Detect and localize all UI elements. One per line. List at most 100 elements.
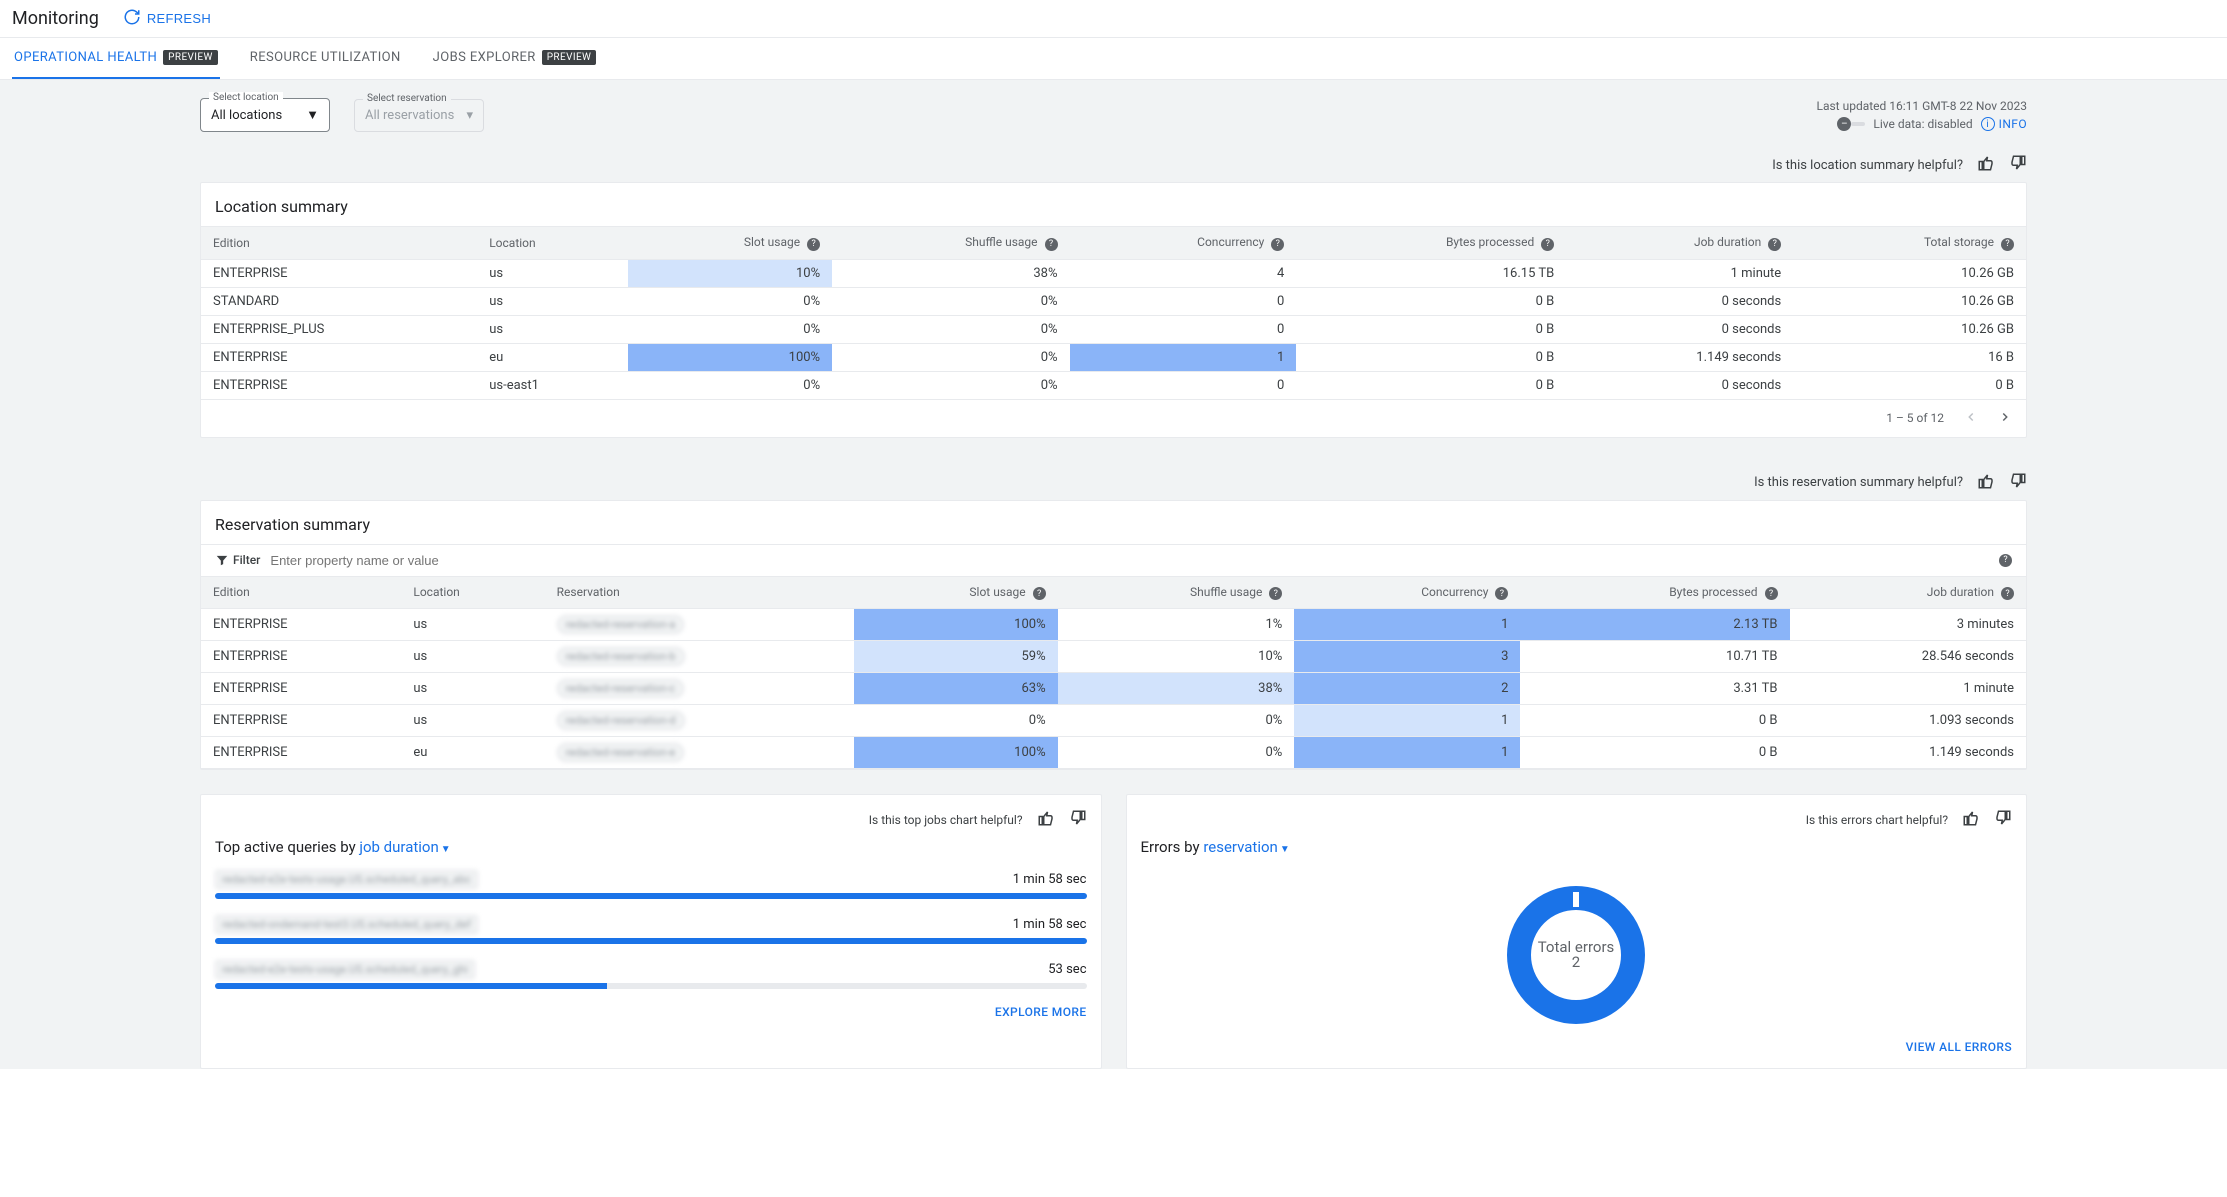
- help-icon[interactable]: ?: [1045, 238, 1058, 251]
- cell: 2.13 TB: [1520, 609, 1789, 641]
- live-data-label: Live data:: [1873, 117, 1924, 131]
- cell: 2: [1294, 673, 1520, 705]
- cell: redacted-reservation-e: [545, 737, 854, 769]
- reservation-dropdown[interactable]: reservation▼: [1203, 838, 1289, 856]
- help-icon[interactable]: ?: [1765, 587, 1778, 600]
- info-button[interactable]: i INFO: [1981, 117, 2027, 131]
- chevron-down-icon: ▾: [466, 108, 473, 123]
- pager-prev-button[interactable]: [1964, 410, 1978, 427]
- live-data-toggle[interactable]: –: [1837, 117, 1851, 131]
- reservation-summary-title: Reservation summary: [201, 501, 2026, 544]
- table-row[interactable]: ENTERPRISEusredacted-reservation-c63%38%…: [201, 673, 2026, 705]
- cell: us: [401, 673, 544, 705]
- table-row[interactable]: ENTERPRISEusredacted-reservation-a100%1%…: [201, 609, 2026, 641]
- cell: 0: [1070, 315, 1297, 343]
- table-row[interactable]: ENTERPRISE_PLUSus0%0%00 B0 seconds10.26 …: [201, 315, 2026, 343]
- table-row[interactable]: STANDARDus0%0%00 B0 seconds10.26 GB: [201, 287, 2026, 315]
- cell: 1: [1070, 343, 1297, 371]
- table-row[interactable]: ENTERPRISEeuredacted-reservation-e100%0%…: [201, 737, 2026, 769]
- cell: ENTERPRISE: [201, 737, 401, 769]
- pager-next-button[interactable]: [1998, 410, 2012, 427]
- explore-more-link[interactable]: EXPLORE MORE: [215, 1005, 1087, 1019]
- help-icon[interactable]: ?: [1269, 587, 1282, 600]
- reservation-select-legend: Select reservation: [363, 93, 451, 104]
- cell: 10.26 GB: [1793, 259, 2026, 287]
- cell: us-east1: [477, 371, 627, 399]
- table-row[interactable]: ENTERPRISEusredacted-reservation-b59%10%…: [201, 641, 2026, 673]
- pager-range: 1 – 5 of 12: [1886, 411, 1944, 425]
- preview-badge: PREVIEW: [542, 50, 597, 65]
- thumbs-down-button[interactable]: [2009, 472, 2027, 494]
- cell: 3 minutes: [1790, 609, 2027, 641]
- help-icon[interactable]: ?: [807, 238, 820, 251]
- cell: eu: [477, 343, 627, 371]
- thumbs-down-button[interactable]: [1994, 809, 2012, 830]
- reservation-select[interactable]: Select reservation All reservations ▾: [354, 99, 484, 132]
- job-duration-dropdown[interactable]: job duration▼: [359, 838, 450, 856]
- page-title: Monitoring: [12, 8, 99, 29]
- tab-jobs-explorer[interactable]: JOBS EXPLORER PREVIEW: [431, 38, 599, 79]
- query-row[interactable]: redacted-e2e-tests-usage.US.scheduled_qu…: [215, 870, 1087, 899]
- table-row[interactable]: ENTERPRISEusredacted-reservation-d0%0%10…: [201, 705, 2026, 737]
- cell: 63%: [854, 673, 1058, 705]
- column-header: Shuffle usage ?: [832, 227, 1069, 260]
- chevron-down-icon: ▼: [306, 107, 319, 123]
- help-icon[interactable]: ?: [1541, 238, 1554, 251]
- column-header: Edition: [201, 576, 401, 609]
- cell: 0%: [832, 343, 1069, 371]
- cell: 16 B: [1793, 343, 2026, 371]
- cell: 100%: [628, 343, 832, 371]
- location-summary-title: Location summary: [201, 183, 2026, 226]
- column-header: Location: [477, 227, 627, 260]
- cell: us: [401, 705, 544, 737]
- cell: 0%: [854, 705, 1058, 737]
- query-row[interactable]: redacted-e2e-tests-usage.US.scheduled_qu…: [215, 960, 1087, 989]
- query-row[interactable]: redacted-ondemand-test3.US.scheduled_que…: [215, 915, 1087, 944]
- help-icon[interactable]: ?: [1768, 238, 1781, 251]
- cell: 1 minute: [1566, 259, 1793, 287]
- thumbs-up-button[interactable]: [1962, 809, 1980, 830]
- reservation-summary-table: EditionLocationReservationSlot usage ?Sh…: [201, 576, 2026, 770]
- help-icon[interactable]: ?: [1033, 587, 1046, 600]
- location-summary-card: Location summary EditionLocationSlot usa…: [200, 182, 2027, 438]
- cell: 100%: [854, 737, 1058, 769]
- column-header: Job duration ?: [1790, 576, 2027, 609]
- filter-row: Filter ?: [201, 544, 2026, 576]
- table-row[interactable]: ENTERPRISEeu100%0%10 B1.149 seconds16 B: [201, 343, 2026, 371]
- view-all-errors-link[interactable]: VIEW ALL ERRORS: [1141, 1040, 2013, 1054]
- cell: ENTERPRISE: [201, 609, 401, 641]
- location-select[interactable]: Select location All locations ▼: [200, 98, 330, 132]
- progress-bar: [215, 893, 1087, 899]
- preview-badge: PREVIEW: [163, 50, 218, 65]
- tab-operational-health[interactable]: OPERATIONAL HEALTH PREVIEW: [12, 38, 220, 79]
- filter-input[interactable]: [270, 553, 1985, 568]
- cell: 0%: [628, 315, 832, 343]
- controls-row: Select location All locations ▼ Select r…: [0, 80, 2227, 144]
- thumbs-up-button[interactable]: [1977, 154, 1995, 176]
- helpful-text: Is this top jobs chart helpful?: [869, 813, 1023, 827]
- help-icon[interactable]: ?: [1271, 238, 1284, 251]
- cell: 0%: [832, 287, 1069, 315]
- help-icon[interactable]: ?: [1495, 587, 1508, 600]
- cell: 1.093 seconds: [1790, 705, 2027, 737]
- cell: 0 B: [1793, 371, 2026, 399]
- table-row[interactable]: ENTERPRISEus-east10%0%00 B0 seconds0 B: [201, 371, 2026, 399]
- thumbs-down-button[interactable]: [2009, 154, 2027, 176]
- page-header: Monitoring REFRESH: [0, 0, 2227, 38]
- thumbs-up-button[interactable]: [1977, 472, 1995, 494]
- cell: us: [401, 641, 544, 673]
- helpful-text: Is this reservation summary helpful?: [1754, 475, 1963, 490]
- table-row[interactable]: ENTERPRISEus10%38%416.15 TB1 minute10.26…: [201, 259, 2026, 287]
- help-icon[interactable]: ?: [2001, 587, 2014, 600]
- cell: us: [401, 609, 544, 641]
- refresh-button[interactable]: REFRESH: [123, 8, 211, 29]
- tab-resource-utilization[interactable]: RESOURCE UTILIZATION: [248, 38, 403, 79]
- help-icon[interactable]: ?: [1999, 554, 2012, 567]
- content-area: Select location All locations ▼ Select r…: [0, 80, 2227, 1069]
- progress-bar: [215, 938, 1087, 944]
- helpful-text: Is this errors chart helpful?: [1806, 813, 1948, 827]
- help-icon[interactable]: ?: [2001, 238, 2014, 251]
- thumbs-down-button[interactable]: [1069, 809, 1087, 830]
- thumbs-up-button[interactable]: [1037, 809, 1055, 830]
- tabs-bar: OPERATIONAL HEALTH PREVIEW RESOURCE UTIL…: [0, 38, 2227, 80]
